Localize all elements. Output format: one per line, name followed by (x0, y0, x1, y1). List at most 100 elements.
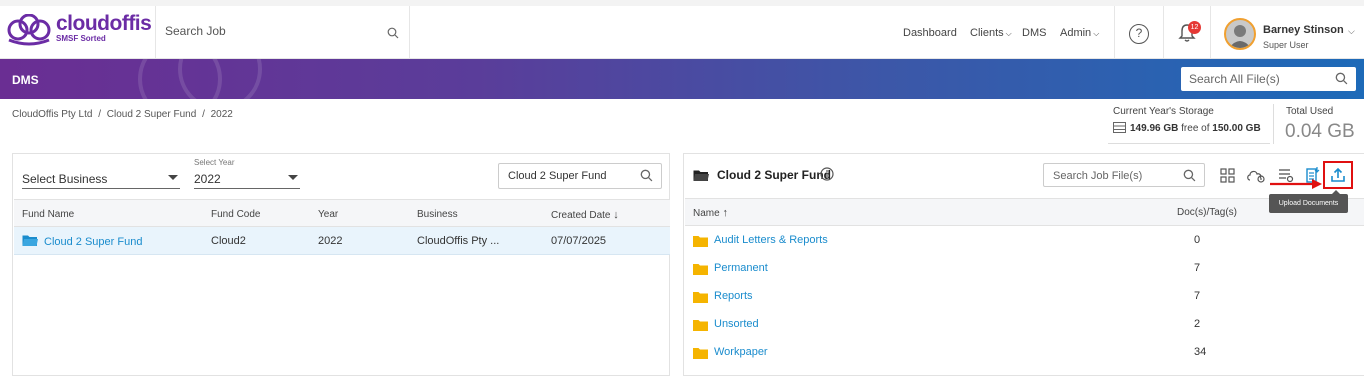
business-select[interactable]: Select Business (22, 169, 180, 189)
all-files-search-input[interactable] (1189, 72, 1329, 86)
arrow-up-icon: ↑ (722, 207, 728, 219)
nav-clients[interactable]: Clients ⌵ (970, 27, 1012, 39)
column-header-name[interactable]: Name ↑ (693, 207, 728, 219)
job-files-search-input[interactable]: Search Job File(s) (1043, 163, 1205, 187)
list-item[interactable]: Reports 7 (685, 282, 1364, 310)
folder-doc-count: 7 (1194, 290, 1201, 302)
caret-down-icon (288, 175, 298, 180)
brand-tagline: SMSF Sorted (56, 34, 106, 43)
folder-doc-count: 7 (1194, 262, 1201, 274)
divider (1163, 6, 1164, 59)
nav-admin-label: Admin (1060, 27, 1092, 39)
column-header-business[interactable]: Business (417, 209, 458, 220)
job-files-search-placeholder: Search Job File(s) (1053, 170, 1143, 182)
help-icon[interactable]: ? (1129, 24, 1149, 44)
folder-icon (693, 348, 708, 359)
job-search (155, 6, 410, 59)
breadcrumb: CloudOffis Pty Ltd / Cloud 2 Super Fund … (12, 109, 236, 120)
folder-name-link[interactable]: Workpaper (714, 346, 768, 358)
breadcrumb-separator: / (98, 109, 101, 120)
notification-badge: 12 (1188, 21, 1201, 34)
fund-code: Cloud2 (211, 235, 246, 247)
folder-name-link[interactable]: Unsorted (714, 318, 759, 330)
breadcrumb-item[interactable]: CloudOffis Pty Ltd (12, 109, 92, 120)
list-item[interactable]: Permanent 7 (685, 254, 1364, 282)
storage-icon (1113, 122, 1126, 133)
user-avatar-icon (1229, 25, 1251, 48)
upload-documents-button[interactable] (1323, 161, 1353, 189)
storage-free: 149.96 GB (1130, 123, 1179, 134)
column-header-created-date-label: Created Date (551, 210, 611, 221)
list-item[interactable]: Workpaper 34 (685, 338, 1364, 366)
chevron-down-icon: ⌵ (1005, 29, 1012, 38)
breadcrumb-separator: / (202, 109, 205, 120)
job-search-input[interactable] (165, 24, 375, 38)
search-icon[interactable] (640, 169, 653, 182)
folder-open-icon (693, 170, 709, 181)
nav-dms[interactable]: DMS (1022, 27, 1046, 39)
search-icon[interactable] (1183, 169, 1196, 182)
chevron-down-icon: ⌵ (1093, 29, 1100, 38)
storage-total: 150.00 GB (1212, 123, 1261, 134)
storage-value: 149.96 GB free of 150.00 GB (1113, 122, 1261, 134)
info-icon[interactable] (820, 167, 834, 181)
logo-icon (7, 14, 51, 46)
divider (1273, 104, 1274, 144)
column-header-fund-name[interactable]: Fund Name (22, 209, 74, 220)
folder-open-icon (22, 234, 38, 250)
divider (1210, 6, 1211, 59)
folder-name-link[interactable]: Reports (714, 290, 753, 302)
chevron-down-icon[interactable]: ⌵ (1348, 26, 1355, 37)
list-item[interactable]: Audit Letters & Reports 0 (685, 226, 1364, 254)
year-select[interactable]: 2022 (194, 169, 300, 189)
column-header-fund-code[interactable]: Fund Code (211, 209, 260, 220)
nav-dashboard[interactable]: Dashboard (903, 27, 957, 39)
user-role: Super User (1263, 40, 1309, 50)
fund-list-panel: Select Business Select Year 2022 Cloud 2… (12, 153, 670, 376)
page-title: DMS (12, 73, 39, 87)
total-used-label: Total Used (1286, 106, 1334, 117)
folder-doc-count: 2 (1194, 318, 1201, 330)
folder-icon (693, 236, 708, 247)
folder-icon (693, 292, 708, 303)
folder-doc-count: 0 (1194, 234, 1201, 246)
breadcrumb-item[interactable]: Cloud 2 Super Fund (107, 109, 197, 120)
column-header-doc-tags[interactable]: Doc(s)/Tag(s) (1177, 207, 1237, 218)
column-header-created-date[interactable]: Created Date ↓ (551, 209, 619, 221)
folder-name-link[interactable]: Audit Letters & Reports (714, 234, 828, 246)
all-files-search (1181, 67, 1356, 91)
app-logo[interactable]: cloudoffis SMSF Sorted (6, 10, 156, 50)
fund-name-link[interactable]: Cloud 2 Super Fund (44, 236, 142, 248)
folder-table-header: Name ↑ Doc(s)/Tag(s) (685, 198, 1364, 226)
storage-free-of: free of (1181, 123, 1210, 134)
folder-panel-title: Cloud 2 Super Fund (717, 168, 831, 182)
user-name[interactable]: Barney Stinson (1263, 24, 1344, 36)
grid-view-icon[interactable] (1220, 168, 1235, 183)
folder-panel: Cloud 2 Super Fund Search Job File(s) Na… (683, 153, 1364, 376)
fund-search-value: Cloud 2 Super Fund (508, 170, 607, 182)
search-icon[interactable] (1335, 72, 1348, 85)
cloud-settings-icon[interactable] (1246, 168, 1266, 183)
decorative-rings-icon (138, 59, 262, 99)
list-item[interactable]: Unsorted 2 (685, 310, 1364, 338)
fund-year: 2022 (318, 235, 343, 247)
table-row[interactable]: Cloud 2 Super Fund Cloud2 2022 CloudOffi… (14, 227, 670, 255)
breadcrumb-item: 2022 (210, 109, 233, 120)
year-select-value: 2022 (194, 172, 221, 186)
column-header-name-label: Name (693, 208, 720, 219)
annotation-arrow-icon (1270, 179, 1322, 189)
fund-created-date: 07/07/2025 (551, 235, 607, 247)
fund-search-input[interactable]: Cloud 2 Super Fund (498, 163, 662, 189)
brand-name: cloudoffis (56, 12, 152, 35)
folder-name-link[interactable]: Permanent (714, 262, 768, 274)
arrow-down-icon: ↓ (613, 209, 619, 221)
divider (1114, 6, 1115, 59)
nav-admin[interactable]: Admin ⌵ (1060, 27, 1099, 39)
avatar[interactable] (1224, 18, 1256, 50)
divider (1108, 143, 1270, 144)
folder-icon (693, 320, 708, 331)
search-icon[interactable] (387, 27, 399, 39)
fund-business: CloudOffis Pty ... (417, 235, 500, 247)
column-header-year[interactable]: Year (318, 209, 338, 220)
nav-clients-label: Clients (970, 27, 1004, 39)
